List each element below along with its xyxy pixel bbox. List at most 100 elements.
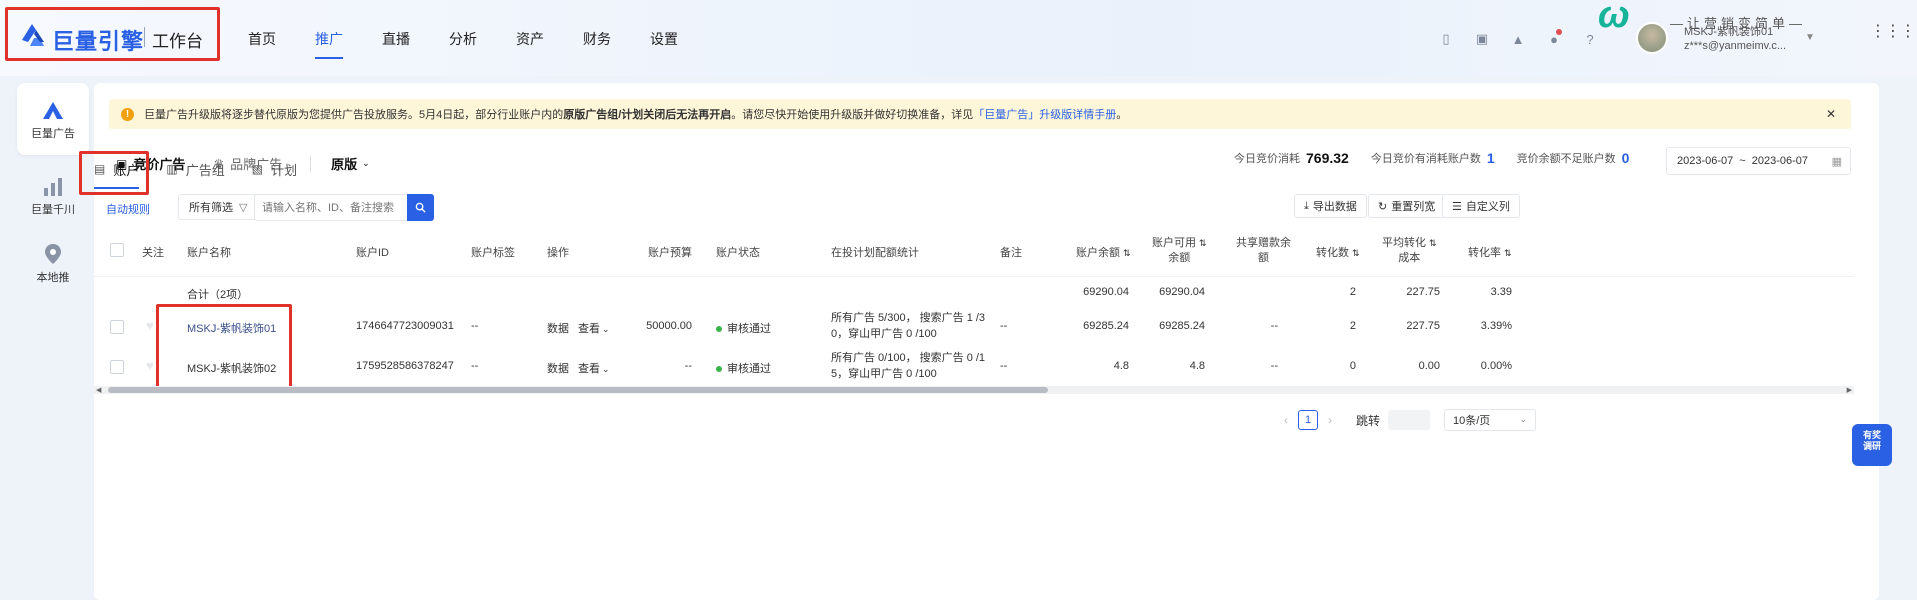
scroll-thumb[interactable] <box>108 387 1048 393</box>
tab-ad-group[interactable]: ▥ 广告组 <box>166 153 224 185</box>
row-checkbox[interactable] <box>110 320 124 334</box>
sidebar-item-local-push[interactable]: 本地推 <box>17 241 89 285</box>
heart-icon[interactable]: ♥ <box>146 318 154 333</box>
local-push-icon <box>40 241 66 265</box>
qianchuan-icon <box>40 173 66 197</box>
shared-grant: -- <box>1270 360 1278 372</box>
row-checkbox[interactable] <box>110 360 124 374</box>
apps-grid-icon[interactable]: ⋮⋮⋮ <box>1870 24 1916 40</box>
reset-column-width-button[interactable]: ↻ 重置列宽 <box>1368 194 1446 218</box>
juliang-logo-icon <box>22 24 44 46</box>
nav-finance[interactable]: 财务 <box>583 29 611 49</box>
spend-value: 769.32 <box>1306 150 1349 166</box>
view-dropdown[interactable]: 查看 ⌄ <box>578 360 610 376</box>
page-number[interactable]: 1 <box>1298 410 1318 430</box>
version-dropdown[interactable]: 原版 ⌄ <box>331 154 370 173</box>
total-avg-cost: 227.75 <box>1406 286 1440 298</box>
shared-grant: -- <box>1270 320 1278 332</box>
sort-icon: ⇅ <box>1504 248 1512 258</box>
available-balance: 4.8 <box>1189 360 1205 372</box>
scroll-left-icon[interactable]: ◀ <box>96 386 101 394</box>
phone-icon[interactable]: ▯ <box>1435 28 1457 50</box>
custom-columns-button[interactable]: ☰ 自定义列 <box>1442 194 1520 218</box>
bell-icon[interactable]: ● <box>1543 28 1565 50</box>
prev-page-icon[interactable]: ‹ <box>1284 413 1288 427</box>
sort-icon: ⇅ <box>1429 238 1437 248</box>
nav-live[interactable]: 直播 <box>382 29 410 49</box>
date-range-picker[interactable]: 2023-06-07 ~ 2023-06-07 ▦ <box>1666 147 1851 175</box>
account-id: 1759528586378247 <box>356 360 454 372</box>
total-conv-rate: 3.39 <box>1490 286 1512 298</box>
warning-icon: ! <box>121 107 134 121</box>
col-conversions[interactable]: 转化数 ⇅ <box>1316 244 1360 260</box>
active-accounts-label: 今日竞价有消耗账户数 <box>1370 153 1481 165</box>
survey-widget[interactable]: 有奖 调研 <box>1852 424 1892 466</box>
avg-cost: 227.75 <box>1406 320 1440 332</box>
status-badge: 审核通过 <box>716 320 771 336</box>
data-link[interactable]: 数据 <box>547 320 569 336</box>
export-data-button[interactable]: ⤓ 导出数据 <box>1294 194 1367 218</box>
page-size-select[interactable]: 10条/页 ⌄ <box>1444 409 1537 431</box>
col-follow: 关注 <box>142 247 164 259</box>
nav-assets[interactable]: 资产 <box>516 29 544 49</box>
col-available[interactable]: 账户可用 ⇅ 余额 <box>1152 236 1207 266</box>
horizontal-scrollbar[interactable]: ◀ ▶ <box>94 386 1854 394</box>
account-card-icon: ▤ <box>94 162 106 176</box>
next-page-icon[interactable]: › <box>1328 413 1332 427</box>
sort-icon: ⇅ <box>1352 248 1360 258</box>
calendar-icon: ▦ <box>1831 156 1842 168</box>
plan-doc-icon: ▧ <box>251 162 264 176</box>
low-balance-value: 0 <box>1621 150 1630 166</box>
logo-text[interactable]: 巨量引擎 <box>52 24 144 56</box>
tab-plan[interactable]: ▧ 计划 <box>252 153 297 185</box>
conversions: 0 <box>1349 360 1356 372</box>
sort-icon: ⇅ <box>1123 248 1131 258</box>
notice-manual-link[interactable]: 「巨量广告」升级版详情手册 <box>973 109 1116 121</box>
account-name-link[interactable]: MSKJ-紫帆装饰02 <box>187 360 276 376</box>
data-link[interactable]: 数据 <box>547 360 569 376</box>
close-icon[interactable]: ✕ <box>1826 107 1836 121</box>
auto-rule-link[interactable]: 自动规则 <box>106 201 150 217</box>
nav-promotion[interactable]: 推广 <box>315 29 343 59</box>
nav-settings[interactable]: 设置 <box>650 29 678 49</box>
col-status: 账户状态 <box>716 247 760 259</box>
account-balance: 4.8 <box>1113 360 1129 372</box>
nav-home[interactable]: 首页 <box>248 29 276 49</box>
spend-label: 今日竞价消耗 <box>1234 153 1300 165</box>
search-button[interactable] <box>407 194 434 221</box>
col-tag: 账户标签 <box>471 247 515 259</box>
logo-divider <box>144 27 145 47</box>
col-balance[interactable]: 账户余额 ⇅ <box>1076 244 1131 260</box>
conversions: 2 <box>1349 320 1356 332</box>
chevron-down-icon: ⌄ <box>1519 414 1528 424</box>
account-name-link[interactable]: MSKJ-紫帆装饰01 <box>187 320 276 336</box>
scroll-right-icon[interactable]: ▶ <box>1847 386 1852 394</box>
clipboard-icon[interactable]: ▣ <box>1471 28 1493 50</box>
tab-account[interactable]: ▤ 账户 <box>94 153 140 189</box>
total-label: 合计（2项） <box>187 289 249 301</box>
col-conv-rate[interactable]: 转化率 ⇅ <box>1468 244 1512 260</box>
active-accounts-value: 1 <box>1486 150 1495 166</box>
search-input[interactable] <box>254 194 407 221</box>
avatar[interactable] <box>1636 22 1668 54</box>
thumbs-up-icon[interactable]: ▲ <box>1507 28 1529 50</box>
jump-input[interactable] <box>1388 410 1431 430</box>
upgrade-notice: ! 巨量广告升级版将逐步替代原版为您提供广告投放服务。5月4日起，部分行业账户内… <box>109 99 1851 129</box>
select-all-checkbox[interactable] <box>110 243 124 257</box>
nav-analysis[interactable]: 分析 <box>449 29 477 49</box>
heart-icon[interactable]: ♥ <box>146 358 154 373</box>
col-avg-cost[interactable]: 平均转化 ⇅ 成本 <box>1382 236 1437 266</box>
stats-summary: 今日竞价消耗 769.32 今日竞价有消耗账户数 1 竞价余额不足账户数 0 <box>1234 150 1651 166</box>
main-nav: 首页 推广 直播 分析 资产 财务 设置 <box>248 29 717 59</box>
remark: -- <box>1000 360 1008 372</box>
main-card: ! 巨量广告升级版将逐步替代原版为您提供广告投放服务。5月4日起，部分行业账户内… <box>79 83 1879 600</box>
col-op: 操作 <box>547 247 569 259</box>
view-dropdown[interactable]: 查看 ⌄ <box>578 320 610 336</box>
col-remark: 备注 <box>1000 247 1022 259</box>
chevron-down-icon[interactable]: ▼ <box>1805 32 1815 43</box>
all-filters-button[interactable]: 所有筛选 ▽ <box>178 194 259 220</box>
account-tag: -- <box>471 320 479 332</box>
notification-dot <box>1556 29 1562 35</box>
sidebar-item-juliang-ads[interactable]: 巨量广告 <box>17 83 89 155</box>
account-budget: -- <box>684 360 692 372</box>
